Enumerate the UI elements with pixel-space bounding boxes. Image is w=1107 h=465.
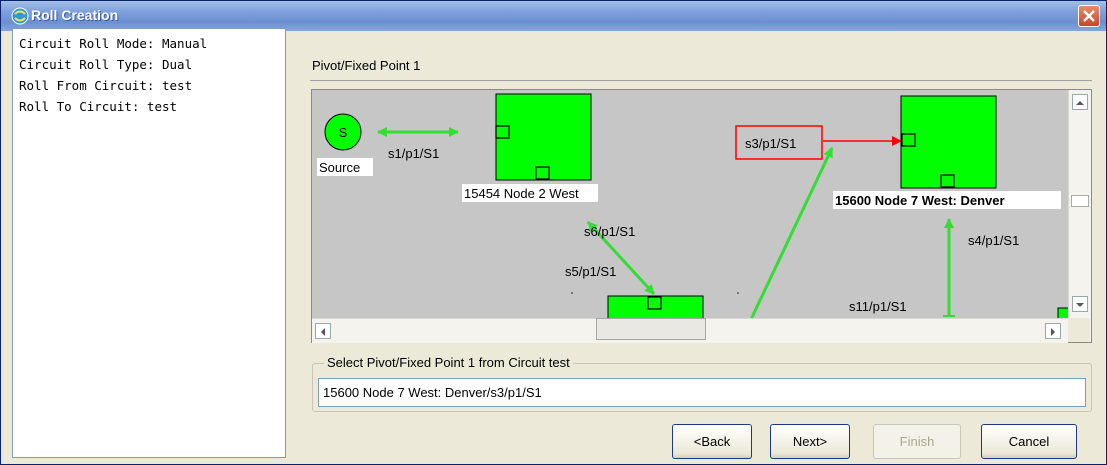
arrow-up-icon	[1076, 101, 1084, 105]
link-s6-label: s6/p1/S1	[584, 224, 635, 239]
arrow-left-icon	[321, 328, 325, 336]
info-roll-to: Roll To Circuit: test	[19, 99, 178, 114]
back-button[interactable]: <Back	[672, 424, 752, 459]
horizontal-scroll-thumb[interactable]	[596, 318, 706, 340]
section-divider	[310, 80, 1092, 81]
scroll-up-button[interactable]	[1072, 94, 1088, 110]
node-15600-node-7-west-denver[interactable]	[900, 95, 997, 189]
node7-label: 15600 Node 7 West: Denver	[835, 193, 1005, 208]
node-15454-node-2-west[interactable]	[495, 93, 592, 181]
close-button[interactable]	[1078, 5, 1100, 27]
map-vertical-scrollbar[interactable]	[1068, 90, 1091, 342]
node2-label: 15454 Node 2 West	[464, 186, 579, 201]
source-label: Source	[319, 160, 360, 175]
source-node[interactable]: S	[324, 113, 362, 151]
info-roll-mode: Circuit Roll Mode: Manual	[19, 36, 208, 51]
info-roll-type: Circuit Roll Type: Dual	[19, 57, 193, 72]
circuit-map-canvas[interactable]: S Source s1/p1/S1 15454 Node 2 West s6/p…	[311, 89, 1092, 343]
scroll-left-button[interactable]	[315, 323, 331, 339]
select-pivot-label: Select Pivot/Fixed Point 1 from Circuit …	[324, 355, 573, 370]
pivot-section-title: Pivot/Fixed Point 1	[312, 58, 421, 73]
arrow-right-icon	[1051, 328, 1055, 336]
pivot-point-field[interactable]	[318, 378, 1086, 407]
source-symbol: S	[339, 125, 348, 140]
window-title: Roll Creation	[31, 7, 119, 23]
link-s3-label: s3/p1/S1	[745, 136, 796, 151]
close-icon	[1083, 10, 1095, 22]
link-to-node7[interactable]	[744, 147, 834, 331]
link-s4-label: s4/p1/S1	[968, 233, 1019, 248]
vertical-scroll-thumb[interactable]	[1071, 195, 1089, 207]
cancel-button[interactable]: Cancel	[981, 424, 1077, 459]
arrow-down-icon	[1076, 303, 1084, 307]
scroll-right-button[interactable]	[1045, 323, 1061, 339]
app-icon	[11, 7, 29, 25]
circuit-info-panel: Circuit Roll Mode: Manual Circuit Roll T…	[12, 28, 286, 458]
info-roll-from: Roll From Circuit: test	[19, 78, 193, 93]
title-bar[interactable]: Roll Creation	[1, 1, 1106, 31]
scroll-corner	[1068, 318, 1090, 342]
link-s1-label: s1/p1/S1	[388, 146, 439, 161]
next-button[interactable]: Next>	[770, 424, 850, 459]
link-s5-label: s5/p1/S1	[565, 264, 616, 279]
scroll-down-button[interactable]	[1072, 296, 1088, 312]
finish-button: Finish	[873, 424, 961, 459]
link-s11-label: s11/p1/S1	[849, 299, 907, 314]
